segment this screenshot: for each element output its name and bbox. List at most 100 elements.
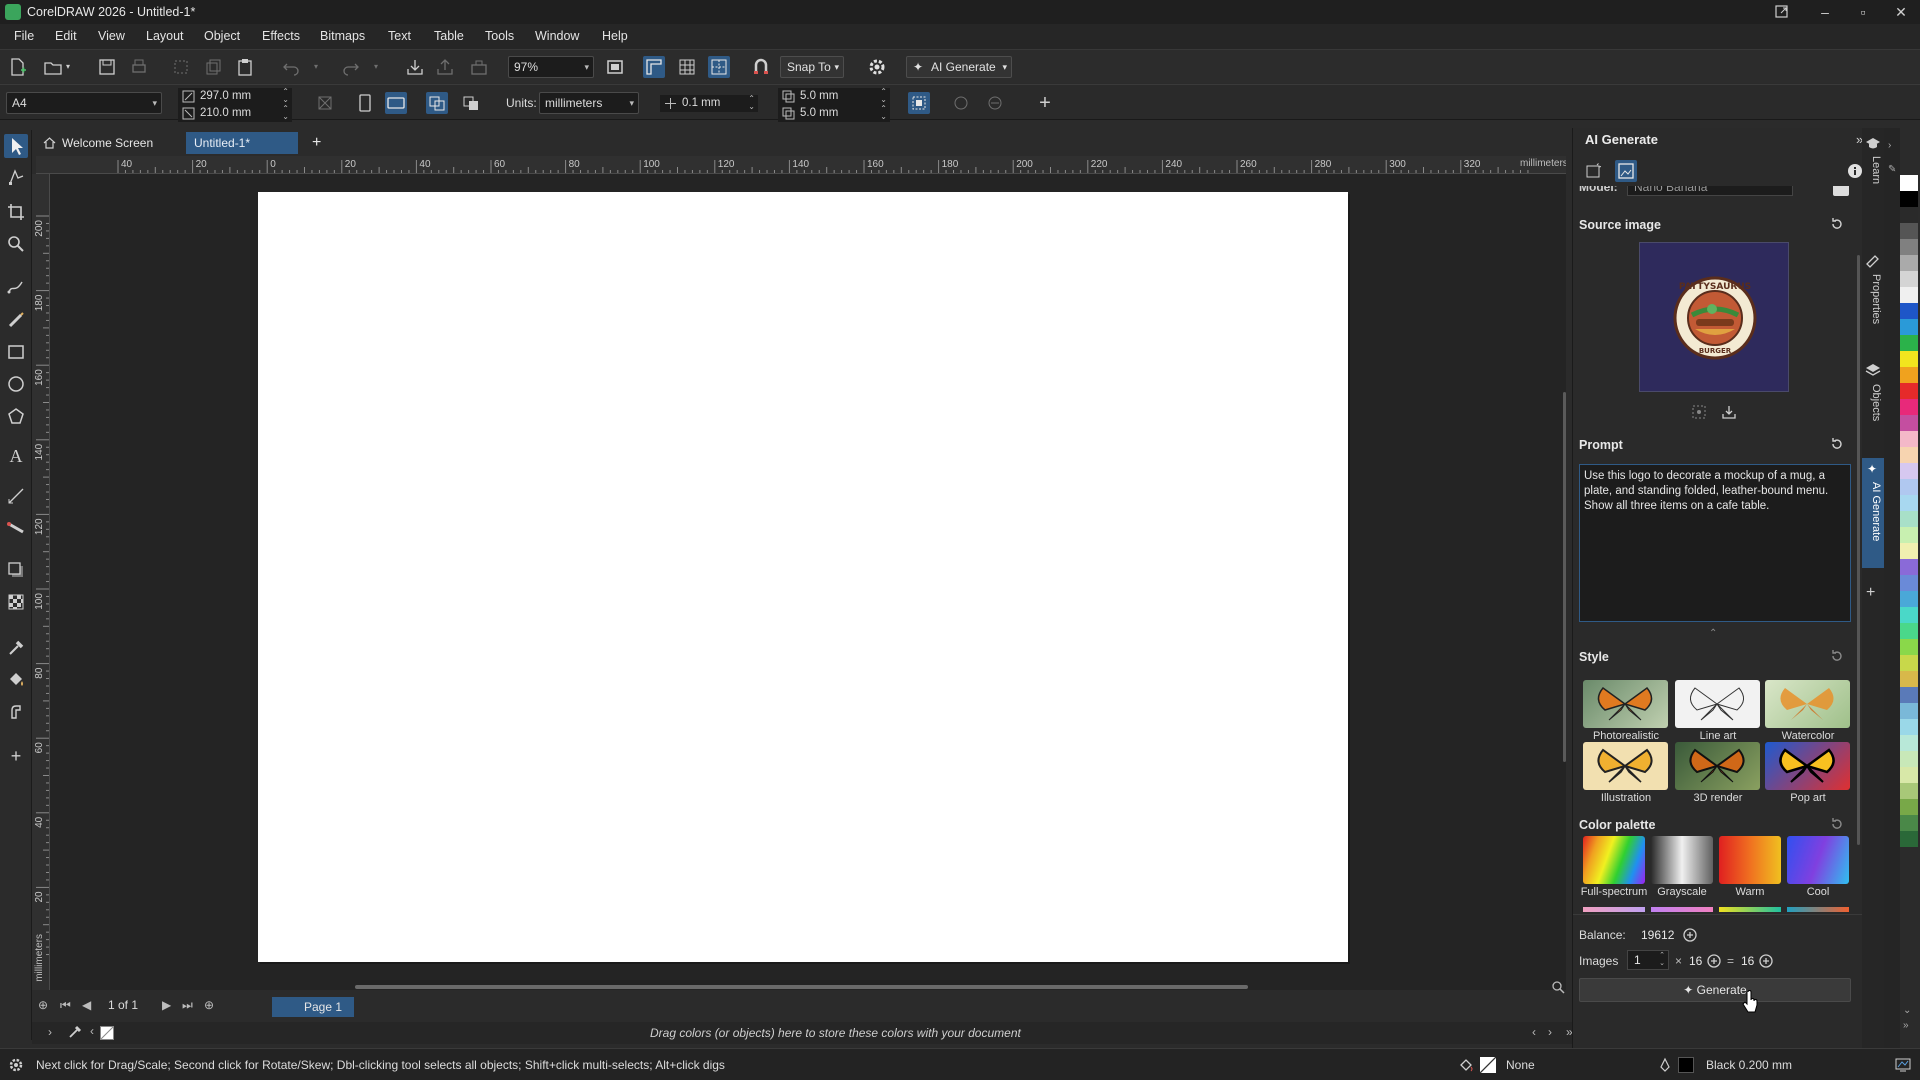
menu-tools[interactable]: Tools	[485, 29, 514, 43]
images-count-stepper[interactable]: 1 ⌃ ⌄	[1627, 950, 1669, 970]
palette-swatch[interactable]	[1900, 783, 1918, 799]
all-pages-mode-icon[interactable]	[426, 92, 448, 114]
palette-swatch[interactable]	[1900, 191, 1918, 207]
print-icon[interactable]	[128, 56, 150, 78]
menu-view[interactable]: View	[98, 29, 125, 43]
palette-swatch[interactable]	[1900, 399, 1918, 415]
fill-none-swatch[interactable]	[1480, 1057, 1496, 1073]
snap-to-dropdown[interactable]: Snap To ▾	[780, 56, 844, 78]
palette-swatch[interactable]	[1900, 831, 1918, 847]
palette-swatch[interactable]	[1900, 207, 1918, 223]
palette-swatch[interactable]	[1900, 591, 1918, 607]
model-info-icon[interactable]	[1833, 186, 1849, 196]
eyedropper-icon[interactable]	[68, 1025, 82, 1039]
menu-window[interactable]: Window	[535, 29, 579, 43]
save-icon[interactable]	[96, 56, 118, 78]
zoom-tool-icon[interactable]	[6, 234, 26, 254]
palette-swatch[interactable]	[1900, 447, 1918, 463]
treat-as-filled-icon[interactable]	[908, 92, 930, 114]
menu-text[interactable]: Text	[388, 29, 411, 43]
info-icon[interactable]	[1847, 163, 1863, 179]
parallel-dimension-tool-icon[interactable]	[6, 486, 26, 506]
palette-swatch[interactable]	[1900, 495, 1918, 511]
prompt-textarea[interactable]: Use this logo to decorate a mockup of a …	[1579, 464, 1851, 622]
ai-generate-toolbar-button[interactable]: ✦ AI Generate ▾	[906, 56, 1012, 78]
drop-shadow-tool-icon[interactable]	[6, 560, 26, 580]
palette-swatch[interactable]	[1900, 671, 1918, 687]
add-page-after-icon[interactable]: ⊕	[204, 998, 214, 1012]
style-photorealistic-thumb[interactable]	[1583, 680, 1668, 728]
palette-swatch[interactable]	[1900, 703, 1918, 719]
import-image-icon[interactable]	[1721, 404, 1737, 420]
page-width-field[interactable]: 297.0 mm ⌃ ⌄	[178, 88, 292, 105]
undo-icon[interactable]	[280, 56, 302, 78]
palette-swatch[interactable]	[1900, 735, 1918, 751]
palette-swatch[interactable]	[1900, 815, 1918, 831]
show-rulers-icon[interactable]	[643, 56, 665, 78]
add-credits-icon[interactable]	[1683, 928, 1697, 942]
redo-icon[interactable]	[340, 56, 362, 78]
palette-swatch[interactable]	[1900, 383, 1918, 399]
palette-swatch[interactable]	[1900, 687, 1918, 703]
draw-fill-icon[interactable]	[950, 92, 972, 114]
last-page-icon[interactable]: ⏭	[182, 998, 193, 1013]
generate-button[interactable]: ✦ Generate	[1579, 978, 1851, 1002]
properties-icon[interactable]	[1865, 252, 1881, 268]
options-gear-icon[interactable]	[866, 56, 888, 78]
menu-effects[interactable]: Effects	[262, 29, 300, 43]
nudge-distance-field[interactable]: 0.1 mm ⌃ ⌄	[660, 95, 758, 112]
palette-thumb-partial[interactable]	[1583, 907, 1645, 912]
style-illustration-thumb[interactable]	[1583, 742, 1668, 790]
artistic-media-tool-icon[interactable]	[6, 310, 26, 330]
share-icon[interactable]	[1762, 2, 1800, 22]
cut-icon[interactable]	[170, 56, 192, 78]
color-palette-reset-icon[interactable]	[1830, 817, 1844, 831]
lock-icon[interactable]	[984, 92, 1006, 114]
shape-tool-icon[interactable]	[6, 168, 26, 188]
open-folder-icon[interactable]	[42, 56, 64, 78]
new-tab-plus-icon[interactable]: +	[306, 132, 328, 154]
restore-button[interactable]: ▫	[1844, 2, 1882, 22]
import-icon[interactable]	[404, 56, 426, 78]
style-line-art-thumb[interactable]	[1675, 680, 1760, 728]
style-pop-art-thumb[interactable]	[1765, 742, 1850, 790]
palette-swatch[interactable]	[1900, 559, 1918, 575]
palette-swatch[interactable]	[1900, 271, 1918, 287]
palette-thumb-partial[interactable]	[1719, 907, 1781, 912]
palette-swatch[interactable]	[1900, 655, 1918, 671]
document-page[interactable]	[258, 192, 1348, 962]
open-dropdown-icon[interactable]: ▾	[66, 56, 76, 78]
landscape-icon[interactable]	[385, 92, 407, 114]
palette-swatch[interactable]	[1900, 479, 1918, 495]
palette-swatch[interactable]	[1900, 543, 1918, 559]
page-size-dropdown[interactable]: A4 ▾	[6, 92, 162, 114]
connector-tool-icon[interactable]	[6, 518, 26, 538]
pick-tool-icon[interactable]	[4, 134, 28, 158]
current-page-icon[interactable]	[460, 92, 482, 114]
add-docker-plus-icon[interactable]: +	[1866, 584, 1875, 602]
panel-scrollbar[interactable]	[1857, 255, 1860, 845]
show-grid-icon[interactable]	[676, 56, 698, 78]
palette-pen-icon[interactable]: ✎	[1888, 164, 1896, 175]
palette-thumb-partial[interactable]	[1787, 907, 1849, 912]
palette-swatch[interactable]	[1900, 319, 1918, 335]
palette-swatch[interactable]	[1900, 351, 1918, 367]
duplicate-distance-y-field[interactable]: 5.0 mm ⌃ ⌄	[778, 105, 890, 122]
style-watercolor-thumb[interactable]	[1765, 680, 1850, 728]
palette-swatch[interactable]	[1900, 367, 1918, 383]
source-image-reset-icon[interactable]	[1830, 217, 1844, 231]
tab-welcome-screen[interactable]: Welcome Screen	[36, 132, 178, 154]
docker-tab-ai-generate-active[interactable]: ✦ AI Generate	[1862, 458, 1884, 568]
palette-grayscale-thumb[interactable]	[1651, 836, 1713, 884]
horizontal-scrollbar[interactable]	[355, 985, 1248, 989]
eyedropper-tool-icon[interactable]	[6, 638, 26, 658]
palette-swatch[interactable]	[1900, 639, 1918, 655]
palette-full-spectrum-thumb[interactable]	[1583, 836, 1645, 884]
vertical-scrollbar[interactable]	[1563, 392, 1566, 762]
menu-table[interactable]: Table	[434, 29, 464, 43]
palette-swatch[interactable]	[1900, 431, 1918, 447]
ellipse-tool-icon[interactable]	[6, 374, 26, 394]
docker-tab-properties[interactable]: Properties	[1864, 274, 1882, 324]
palette-swatch[interactable]	[1900, 415, 1918, 431]
no-color-swatch[interactable]	[100, 1026, 114, 1040]
